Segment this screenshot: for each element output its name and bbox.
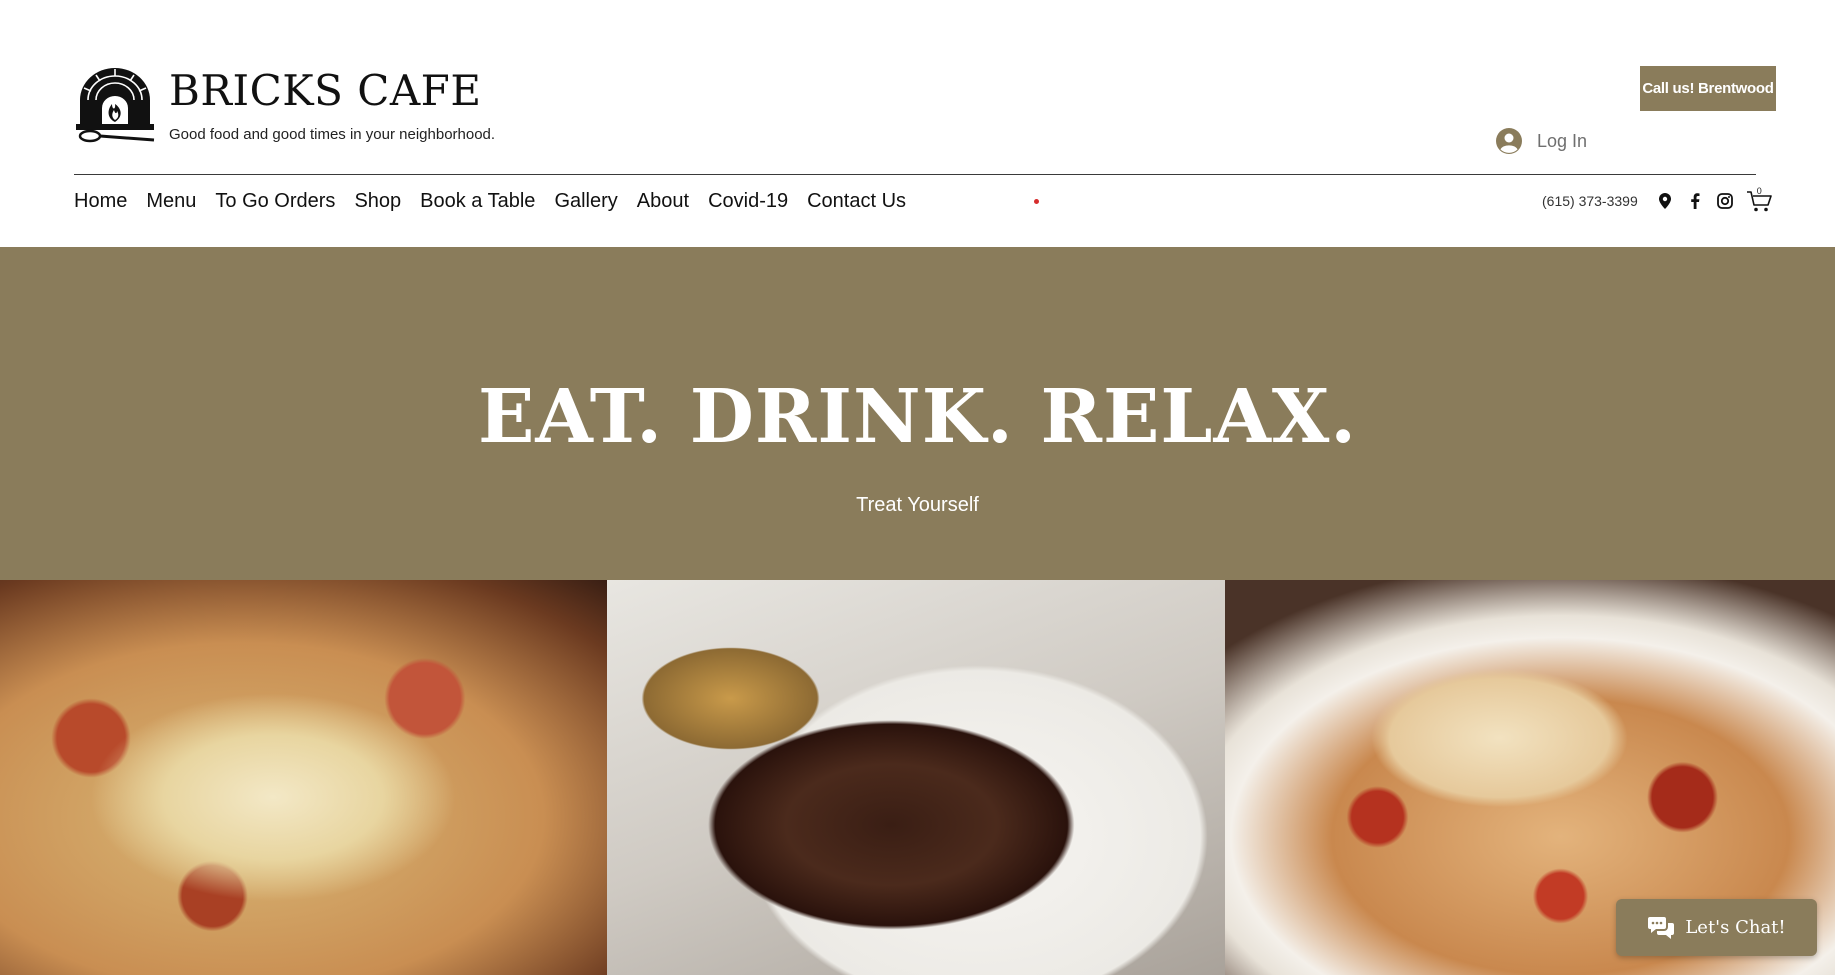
chat-bubbles-icon	[1648, 916, 1675, 939]
facebook-icon[interactable]	[1686, 192, 1704, 210]
header-divider	[74, 174, 1756, 175]
nav-item-shop[interactable]: Shop	[354, 190, 401, 213]
pizza-photo[interactable]	[0, 580, 607, 975]
instagram-icon[interactable]	[1716, 192, 1734, 210]
login-button[interactable]: Log In	[1496, 126, 1587, 156]
login-label: Log In	[1537, 130, 1588, 151]
call-us-button[interactable]: Call us! Brentwood	[1640, 66, 1776, 111]
chat-label: Let's Chat!	[1685, 917, 1786, 938]
phone-number[interactable]: (615) 373-3399	[1542, 193, 1638, 209]
hero-title: EAT. DRINK. RELAX.	[477, 374, 1358, 460]
nav-item-contact-us[interactable]: Contact Us	[807, 190, 906, 213]
hero-banner: EAT. DRINK. RELAX. Treat Yourself	[0, 247, 1835, 580]
main-nav: Home Menu To Go Orders Shop Book a Table…	[74, 186, 925, 216]
nav-indicator-dot	[1034, 199, 1039, 204]
nav-item-book-a-table[interactable]: Book a Table	[420, 190, 535, 213]
nav-item-to-go-orders[interactable]: To Go Orders	[215, 190, 335, 213]
nav-item-covid-19[interactable]: Covid-19	[708, 190, 788, 213]
nav-item-gallery[interactable]: Gallery	[554, 190, 617, 213]
tagline: Good food and good times in your neighbo…	[169, 126, 496, 143]
nav-item-about[interactable]: About	[637, 190, 689, 213]
cart-count: 0	[1756, 186, 1762, 196]
brand-name[interactable]: BRICKS CAFE	[169, 66, 481, 116]
map-pin-icon[interactable]	[1656, 192, 1674, 210]
steak-photo[interactable]	[607, 580, 1225, 975]
contact-bar: (615) 373-3399 0	[1542, 186, 1772, 213]
user-avatar-icon	[1496, 128, 1522, 154]
cart-icon[interactable]: 0	[1746, 186, 1772, 213]
hero-subtitle: Treat Yourself	[856, 494, 979, 516]
brick-oven-logo-icon[interactable]	[74, 66, 156, 144]
nav-item-home[interactable]: Home	[74, 190, 127, 213]
chat-button[interactable]: Let's Chat!	[1616, 899, 1817, 956]
food-gallery	[0, 580, 1835, 975]
nav-item-menu[interactable]: Menu	[146, 190, 196, 213]
